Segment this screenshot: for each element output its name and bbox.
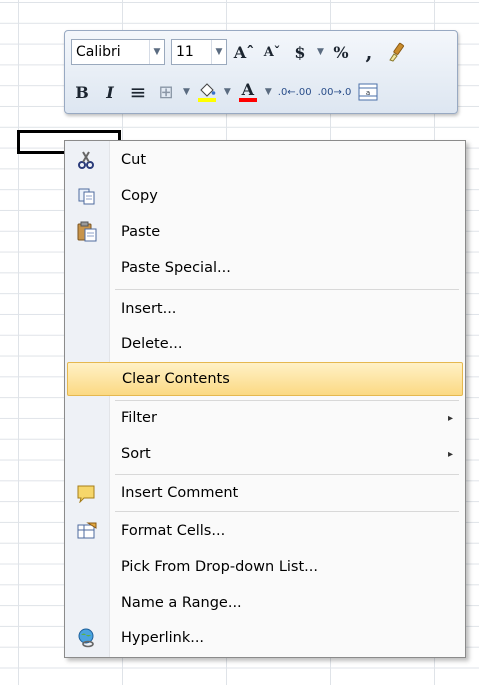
grow-font-icon: Aˆ — [233, 42, 255, 62]
shrink-font-button[interactable]: Aˇ — [261, 39, 283, 65]
menu-item-insert[interactable]: Insert... — [67, 292, 463, 326]
menu-item-copy[interactable]: Copy — [67, 179, 463, 213]
chevron-down-icon[interactable]: ▼ — [149, 40, 164, 64]
menu-item-label: Paste Special... — [121, 260, 231, 276]
menu-item-label: Delete... — [121, 336, 183, 352]
bold-icon: B — [75, 82, 89, 102]
fill-bucket-icon — [200, 82, 216, 97]
menu-item-label: Name a Range... — [121, 595, 242, 611]
font-name-combo[interactable]: Calibri ▼ — [71, 39, 165, 65]
menu-item-label: Paste — [121, 224, 161, 240]
menu-item-label: Format Cells... — [121, 523, 226, 539]
menu-item-insert-comment[interactable]: Insert Comment — [67, 476, 463, 510]
font-name-value: Calibri — [76, 44, 121, 60]
font-size-combo[interactable]: 11 ▼ — [171, 39, 227, 65]
format-cells-icon — [73, 517, 101, 545]
menu-item-pick-from-list[interactable]: Pick From Drop-down List... — [67, 550, 463, 584]
currency-icon: $ — [294, 42, 306, 62]
menu-item-label: Clear Contents — [122, 371, 230, 387]
menu-item-filter[interactable]: Filter ▸ — [67, 401, 463, 435]
menu-item-clear-contents[interactable]: Clear Contents — [67, 362, 463, 396]
font-color-button[interactable]: A — [237, 79, 259, 105]
menu-item-format-cells[interactable]: Format Cells... — [67, 514, 463, 548]
currency-button[interactable]: $ — [289, 39, 311, 65]
menu-item-label: Sort — [121, 446, 151, 462]
font-color-dropdown-icon[interactable]: ▼ — [265, 87, 272, 97]
format-painter-button[interactable] — [386, 39, 408, 65]
menu-item-name-range[interactable]: Name a Range... — [67, 586, 463, 620]
percent-button[interactable]: % — [330, 39, 352, 65]
decrease-decimal-icon: .00→.0 — [317, 86, 352, 98]
hyperlink-icon — [73, 624, 101, 652]
currency-dropdown-icon[interactable]: ▼ — [317, 47, 324, 57]
chevron-down-icon[interactable]: ▼ — [211, 40, 226, 64]
menu-item-sort[interactable]: Sort ▸ — [67, 437, 463, 471]
comment-icon — [73, 479, 101, 507]
mini-toolbar: Calibri ▼ 11 ▼ Aˆ Aˇ $ ▼ % , B I ≡ ⊞ ▼ ▼… — [64, 30, 458, 114]
svg-text:a: a — [366, 89, 370, 97]
borders-icon: ⊞ — [158, 81, 174, 103]
paste-icon — [73, 218, 101, 246]
increase-decimal-button[interactable]: .0←.00 — [278, 79, 312, 105]
context-menu: Cut Copy Paste Paste Special... Insert..… — [64, 140, 466, 658]
center-button[interactable]: ≡ — [127, 79, 149, 105]
menu-item-label: Pick From Drop-down List... — [121, 559, 318, 575]
borders-button[interactable]: ⊞ — [155, 79, 177, 105]
menu-item-label: Cut — [121, 152, 146, 168]
shrink-font-icon: Aˇ — [263, 44, 281, 60]
fill-color-button[interactable] — [196, 79, 218, 105]
bold-button[interactable]: B — [71, 79, 93, 105]
merge-center-icon: a — [358, 83, 378, 101]
chevron-right-icon: ▸ — [447, 448, 453, 460]
percent-icon: % — [333, 42, 349, 62]
copy-icon — [73, 182, 101, 210]
grow-font-button[interactable]: Aˆ — [233, 39, 255, 65]
align-center-icon: ≡ — [129, 80, 147, 104]
menu-item-label: Insert... — [121, 301, 177, 317]
fill-color-dropdown-icon[interactable]: ▼ — [224, 87, 231, 97]
menu-item-label: Copy — [121, 188, 158, 204]
italic-button[interactable]: I — [99, 79, 121, 105]
font-color-swatch — [238, 97, 257, 102]
font-size-value: 11 — [176, 44, 194, 60]
menu-item-paste[interactable]: Paste — [67, 215, 463, 249]
italic-icon: I — [106, 82, 114, 102]
menu-item-label: Filter — [121, 410, 157, 426]
menu-item-delete[interactable]: Delete... — [67, 327, 463, 361]
fill-color-swatch — [197, 97, 216, 102]
menu-item-cut[interactable]: Cut — [67, 143, 463, 177]
format-painter-icon — [389, 42, 404, 62]
increase-decimal-icon: .0←.00 — [277, 86, 312, 98]
menu-separator — [115, 289, 459, 290]
merge-center-button[interactable]: a — [357, 79, 379, 105]
menu-item-paste-special[interactable]: Paste Special... — [67, 251, 463, 285]
menu-separator — [115, 474, 459, 475]
menu-separator — [115, 511, 459, 512]
comma-button[interactable]: , — [358, 39, 380, 65]
chevron-right-icon: ▸ — [447, 412, 453, 424]
font-color-icon: A — [241, 79, 255, 99]
scissors-icon — [73, 146, 101, 174]
borders-dropdown-icon[interactable]: ▼ — [183, 87, 190, 97]
menu-item-label: Insert Comment — [121, 485, 239, 501]
decrease-decimal-button[interactable]: .00→.0 — [318, 79, 352, 105]
menu-item-label: Hyperlink... — [121, 630, 205, 646]
comma-icon: , — [365, 40, 373, 64]
menu-item-hyperlink[interactable]: Hyperlink... — [67, 621, 463, 655]
